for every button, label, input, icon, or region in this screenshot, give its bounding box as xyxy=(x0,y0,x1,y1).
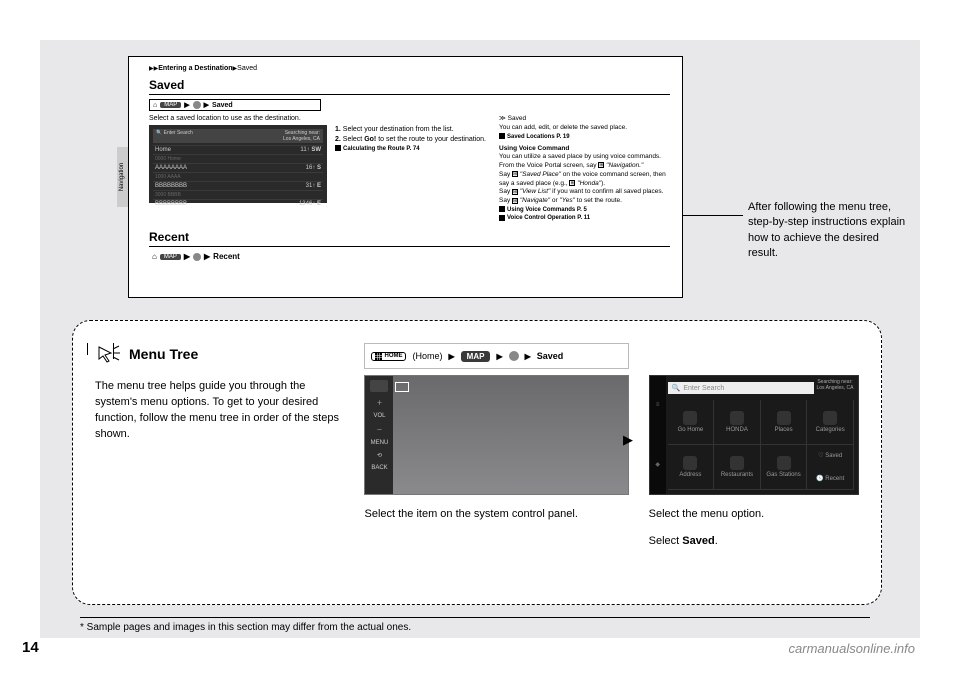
map-caption-2: Select Saved. xyxy=(649,534,859,549)
search-dot-icon xyxy=(509,351,519,361)
breadcrumb: ▶▶Entering a Destination▶Saved xyxy=(149,65,670,72)
manual-excerpt-box: Navigation ▶▶Entering a Destination▶Save… xyxy=(128,56,683,298)
saved-list-screenshot: 🔍 Enter Search Searching near:Los Angele… xyxy=(149,125,327,203)
home-icon: HOME xyxy=(371,352,406,361)
menu-tree-body: The menu tree helps guide you through th… xyxy=(95,379,344,443)
section-title-saved: Saved xyxy=(149,78,670,95)
menu-tree-title: Menu Tree xyxy=(129,346,198,362)
menu-tree-line-recent: ⌂ MAP ▶▶ Recent xyxy=(149,251,349,262)
map-caption-1: Select the menu option. xyxy=(649,507,859,522)
step-instructions: 1. Select your destination from the list… xyxy=(335,125,489,203)
watermark: carmanualsonline.info xyxy=(789,641,915,656)
map-chip: MAP xyxy=(461,351,491,362)
arrow-icon: ▶ xyxy=(623,432,633,448)
map-menu-screenshot: ≡◆ 🔍 Enter Search Searching near:Los Ang… xyxy=(649,375,859,495)
menu-tree-line-saved: ⌂ MAP ▶▶ Saved xyxy=(149,99,321,111)
side-tab-navigation: Navigation xyxy=(117,147,128,207)
section-title-recent: Recent xyxy=(149,230,670,247)
menu-tree-bar: HOME (Home) ▶ MAP ▶ ▶ Saved xyxy=(364,343,628,369)
footnote: * Sample pages and images in this sectio… xyxy=(80,617,870,633)
search-icon: 🔍 xyxy=(672,384,681,392)
callout-line xyxy=(683,215,743,216)
panel-caption: Select the item on the system control pa… xyxy=(364,507,628,522)
control-panel-screenshot: ＋ VOL － MENU ⟲ BACK xyxy=(364,375,628,495)
sidebar-notes: ≫ Saved You can add, edit, or delete the… xyxy=(499,115,669,222)
instruction-text: Select a saved location to use as the de… xyxy=(149,115,489,122)
home-grid-icon xyxy=(370,380,388,392)
menu-tree-section: Menu Tree The menu tree helps guide you … xyxy=(72,320,882,605)
pointer-icon xyxy=(95,343,123,365)
callout-text: After following the menu tree, step-by-s… xyxy=(748,200,908,262)
page-number: 14 xyxy=(22,639,39,656)
map-search-input: 🔍 Enter Search xyxy=(668,382,814,394)
